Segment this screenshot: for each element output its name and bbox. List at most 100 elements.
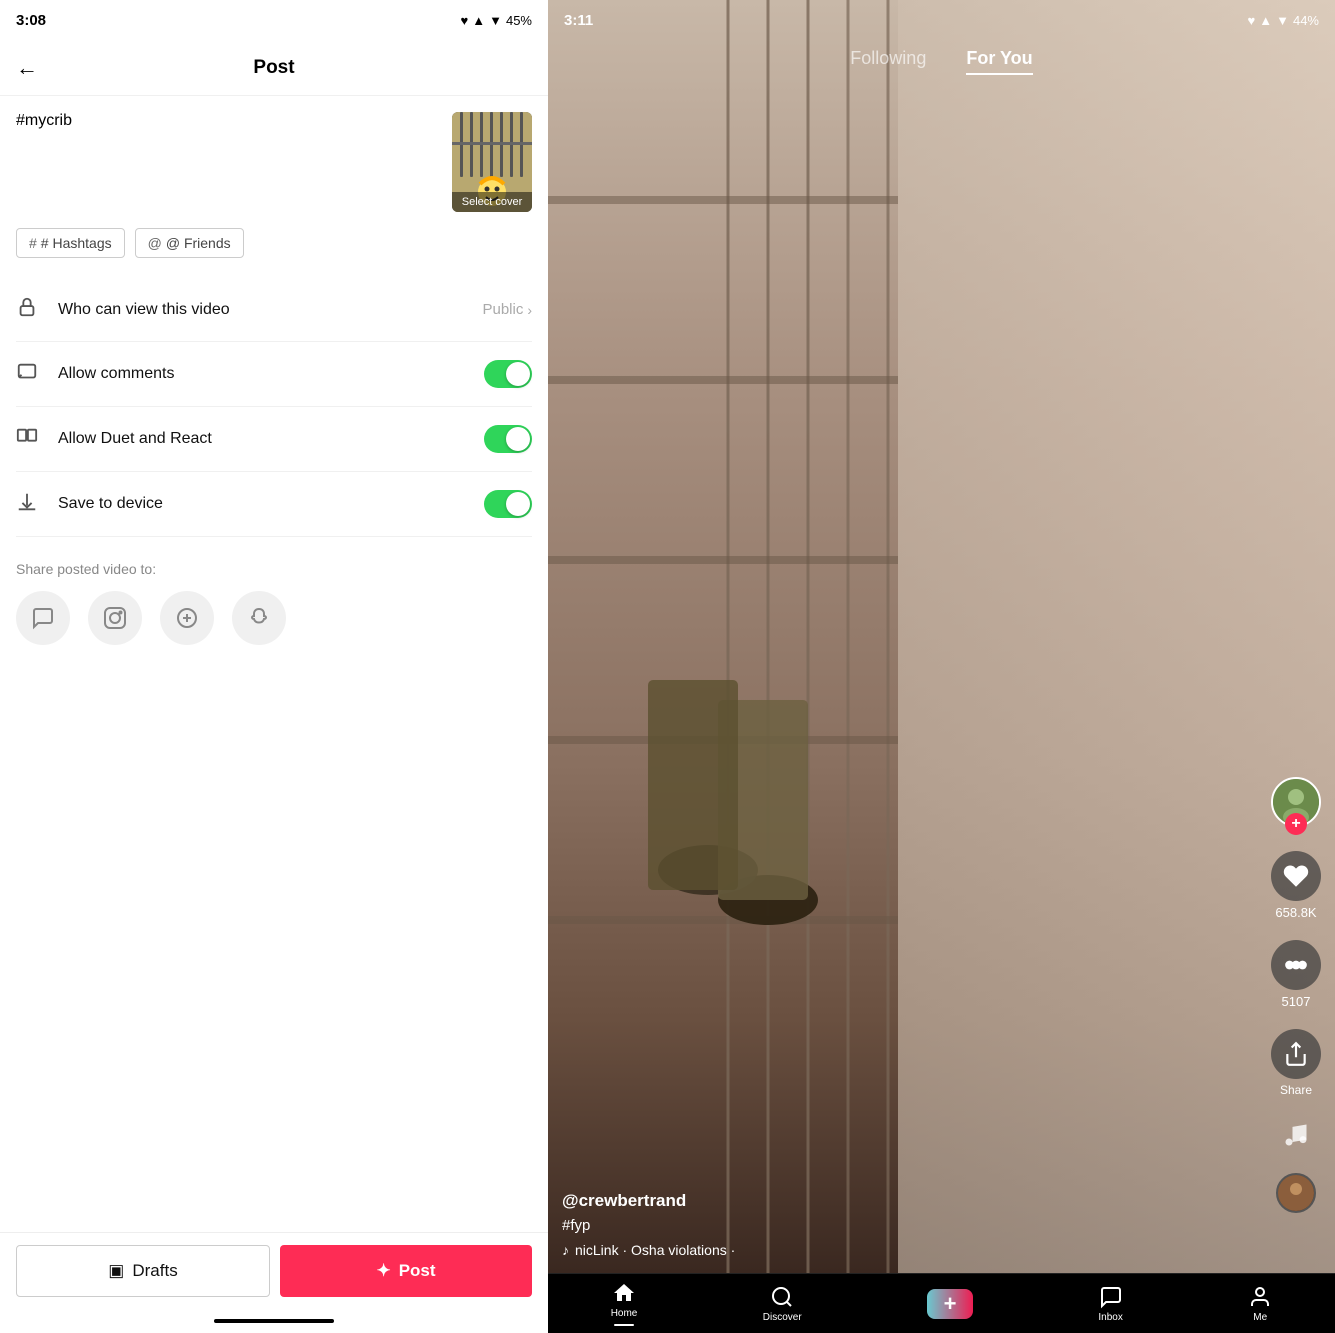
share-icons-row [16, 591, 532, 645]
music-button[interactable] [1278, 1117, 1314, 1153]
save-device-row: Save to device [16, 472, 532, 537]
bottom-nav: Home Discover + Inbox Me [548, 1273, 1335, 1333]
music-avatar-circle [1276, 1173, 1316, 1213]
tiktok-tabs: Following For You [548, 40, 1335, 83]
inbox-icon [1099, 1285, 1123, 1309]
bt-icon-right: ♥ [1248, 13, 1256, 28]
chevron-icon: › [527, 302, 532, 318]
nav-discover[interactable]: Discover [763, 1285, 802, 1323]
staircase-svg [548, 0, 1335, 1273]
song-music-icon: ♪ [562, 1242, 569, 1258]
tag-buttons: # # Hashtags @ @ Friends [16, 228, 532, 258]
status-icons-left: ♥ ▲ ▼ 45% [461, 13, 533, 28]
status-icons-right: ♥ ▲ ▼ 44% [1248, 13, 1320, 28]
friends-button[interactable]: @ @ Friends [135, 228, 244, 258]
video-info: @crewbertrand #fyp ♪ nicLink · Osha viol… [562, 1191, 1255, 1258]
battery-left: 45% [506, 13, 532, 28]
status-bar-left: 3:08 ♥ ▲ ▼ 45% [0, 0, 548, 40]
bottom-buttons: ▣ Drafts ✦ Post [0, 1232, 548, 1309]
nav-me-label: Me [1253, 1312, 1267, 1323]
allow-duet-toggle[interactable] [484, 425, 532, 453]
drafts-button[interactable]: ▣ Drafts [16, 1245, 270, 1297]
signal-icon: ▲ [472, 13, 485, 28]
caption-input[interactable]: #mycrib [16, 112, 440, 192]
signal-icon-right: ▲ [1259, 13, 1272, 28]
video-thumbnail[interactable]: Select cover [452, 112, 532, 212]
post-label: Post [399, 1261, 436, 1281]
music-note-icon [1278, 1117, 1314, 1153]
nav-discover-label: Discover [763, 1312, 802, 1323]
status-time-left: 3:08 [16, 12, 46, 29]
share-label-right: Share [1280, 1083, 1312, 1097]
drafts-icon: ▣ [108, 1261, 124, 1281]
lock-icon [16, 296, 44, 323]
battery-right: 44% [1293, 13, 1319, 28]
who-can-view-row[interactable]: Who can view this video Public › [16, 278, 532, 342]
right-panel: 3:11 ♥ ▲ ▼ 44% Following For You [548, 0, 1335, 1333]
friends-label: @ Friends [166, 235, 231, 251]
share-button[interactable]: Share [1271, 1029, 1321, 1097]
who-can-view-value: Public [482, 301, 523, 318]
nav-home[interactable]: Home [611, 1281, 638, 1326]
content-area: #mycrib [0, 96, 548, 1232]
video-username: @crewbertrand [562, 1191, 1255, 1211]
likes-count: 658.8K [1275, 905, 1316, 920]
nav-home-label: Home [611, 1308, 638, 1319]
heart-icon [1271, 851, 1321, 901]
video-hashtag: #fyp [562, 1217, 1255, 1234]
caption-row: #mycrib [16, 112, 532, 212]
share-tiktok-button[interactable] [160, 591, 214, 645]
wifi-icon: ▼ [489, 13, 502, 28]
post-button[interactable]: ✦ Post [280, 1245, 532, 1297]
status-time-right: 3:11 [564, 12, 593, 29]
drafts-label: Drafts [132, 1261, 177, 1281]
top-bar: ← Post [0, 40, 548, 96]
action-buttons: + 658.8K 5107 [1271, 777, 1321, 1213]
home-indicator-left [0, 1309, 548, 1333]
wifi-icon-right: ▼ [1276, 13, 1289, 28]
at-icon: @ [148, 235, 162, 251]
home-bar [214, 1319, 334, 1323]
allow-comments-row: Allow comments [16, 342, 532, 407]
share-section: Share posted video to: [16, 561, 532, 655]
add-plus-button[interactable]: + [927, 1289, 973, 1319]
back-button[interactable]: ← [16, 55, 38, 81]
share-message-button[interactable] [16, 591, 70, 645]
allow-comments-label: Allow comments [58, 365, 484, 383]
nav-add[interactable]: + [927, 1289, 973, 1319]
music-avatar[interactable] [1276, 1173, 1316, 1213]
post-icon: ✦ [376, 1261, 390, 1281]
avatar-container[interactable]: + [1271, 777, 1321, 827]
nav-inbox[interactable]: Inbox [1098, 1285, 1122, 1323]
share-label: Share posted video to: [16, 561, 532, 577]
who-can-view-label: Who can view this video [58, 301, 482, 319]
duet-icon [16, 426, 44, 453]
select-cover-label[interactable]: Select cover [452, 192, 532, 212]
like-button[interactable]: 658.8K [1271, 851, 1321, 920]
video-song: ♪ nicLink · Osha violations · [562, 1242, 1255, 1258]
allow-comments-toggle[interactable] [484, 360, 532, 388]
allow-duet-label: Allow Duet and React [58, 430, 484, 448]
comment-button[interactable]: 5107 [1271, 940, 1321, 1009]
hashtag-button[interactable]: # # Hashtags [16, 228, 125, 258]
page-title: Post [253, 57, 294, 79]
follow-plus-button[interactable]: + [1285, 813, 1307, 835]
nav-me[interactable]: Me [1248, 1285, 1272, 1323]
status-bar-right: 3:11 ♥ ▲ ▼ 44% [548, 0, 1335, 40]
home-icon [612, 1281, 636, 1305]
comment-bubble-icon [1271, 940, 1321, 990]
share-instagram-button[interactable] [88, 591, 142, 645]
nav-inbox-label: Inbox [1098, 1312, 1122, 1323]
share-icon [1271, 1029, 1321, 1079]
video-background [548, 0, 1335, 1273]
me-icon [1248, 1285, 1272, 1309]
save-device-label: Save to device [58, 495, 484, 513]
download-icon [16, 491, 44, 518]
tab-following[interactable]: Following [850, 48, 926, 75]
allow-duet-row: Allow Duet and React [16, 407, 532, 472]
hash-icon: # [29, 235, 37, 251]
share-snapchat-button[interactable] [232, 591, 286, 645]
tab-for-you[interactable]: For You [966, 48, 1032, 75]
save-device-toggle[interactable] [484, 490, 532, 518]
discover-icon [770, 1285, 794, 1309]
